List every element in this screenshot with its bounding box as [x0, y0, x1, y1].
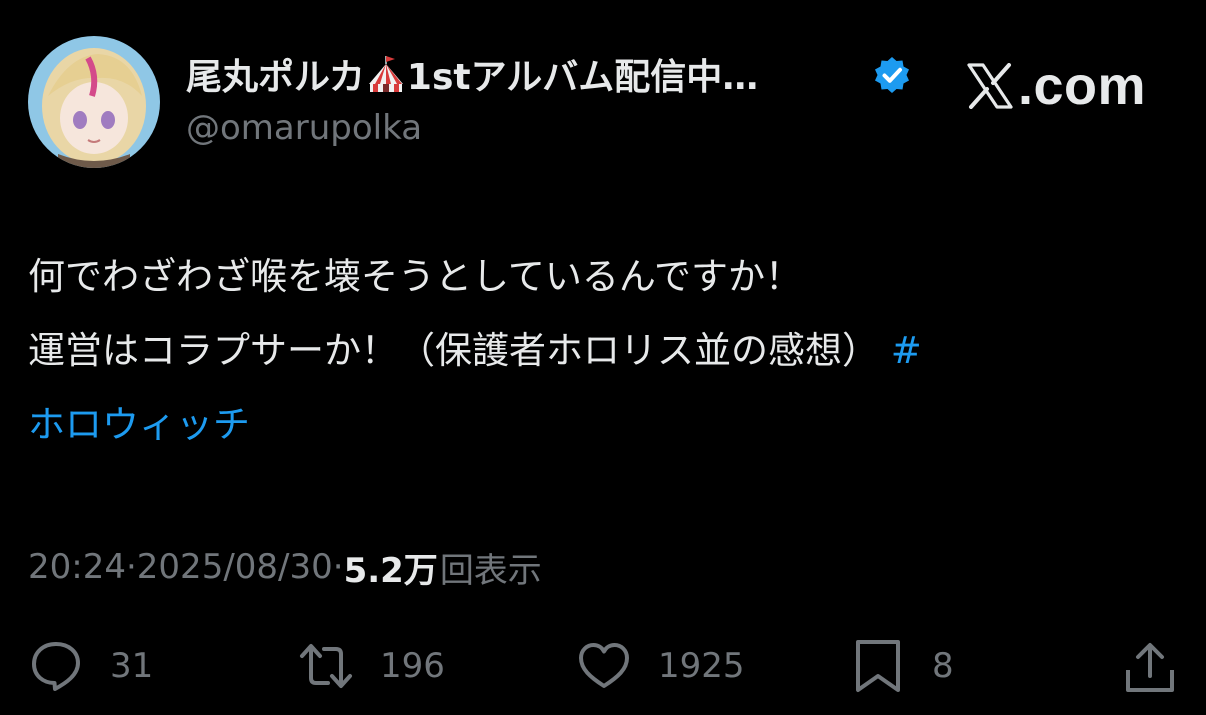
hashtag-link[interactable]: ホロウィッチ — [28, 388, 1188, 462]
hashtag-link-mark[interactable]: # — [891, 329, 922, 372]
repost-icon — [300, 644, 352, 688]
display-name-text: 尾丸ポルカ — [186, 57, 365, 98]
meta-separator: · — [125, 547, 137, 587]
share-icon[interactable] — [1122, 640, 1178, 696]
bookmark-icon — [856, 640, 900, 692]
reply-count: 31 — [110, 646, 154, 686]
bookmark-count: 8 — [932, 646, 954, 686]
brand-suffix: .com — [1018, 56, 1147, 116]
avatar-image — [28, 36, 160, 168]
user-handle[interactable]: @omarupolka — [186, 108, 422, 148]
reply-icon — [32, 642, 80, 691]
repost-count: 196 — [380, 646, 445, 686]
tweet-line-2: 運営はコラプサーか！（保護者ホロリス並の感想） # — [28, 314, 1188, 388]
circus-tent-icon — [368, 56, 403, 92]
display-name-suffix: 1stアルバム配信中… — [406, 57, 759, 98]
tweet-text: 何でわざわざ喉を壊そうとしているんですか！ 運営はコラプサーか！（保護者ホロリス… — [28, 240, 1188, 462]
views-count: 5.2万 — [343, 550, 438, 591]
verified-badge-icon[interactable] — [872, 55, 912, 95]
tweet-date[interactable]: 2025/08/30 — [137, 547, 333, 587]
tweet-line-1: 何でわざわざ喉を壊そうとしているんですか！ — [28, 255, 803, 298]
like-count: 1925 — [658, 646, 745, 686]
x-logo-icon — [967, 63, 1013, 109]
views-label: 回表示 — [439, 550, 542, 591]
reply-button[interactable]: 31 — [28, 636, 153, 696]
meta-separator: · — [332, 547, 344, 587]
tweet-time[interactable]: 20:24 — [28, 547, 126, 587]
tweet-meta: 20:24 · 2025/08/30 · 5.2万 回表示 — [28, 540, 542, 594]
bookmark-button[interactable]: 8 — [850, 636, 954, 696]
like-button[interactable]: 1925 — [576, 636, 745, 696]
avatar[interactable] — [28, 36, 160, 168]
display-name[interactable]: 尾丸ポルカ 1stアルバム配信中… — [186, 48, 758, 100]
brand-logo: .com — [966, 54, 1146, 118]
tweet-line-2-text: 運営はコラプサーか！（保護者ホロリス並の感想） — [28, 329, 891, 372]
heart-icon — [579, 643, 629, 688]
repost-button[interactable]: 196 — [298, 636, 445, 696]
